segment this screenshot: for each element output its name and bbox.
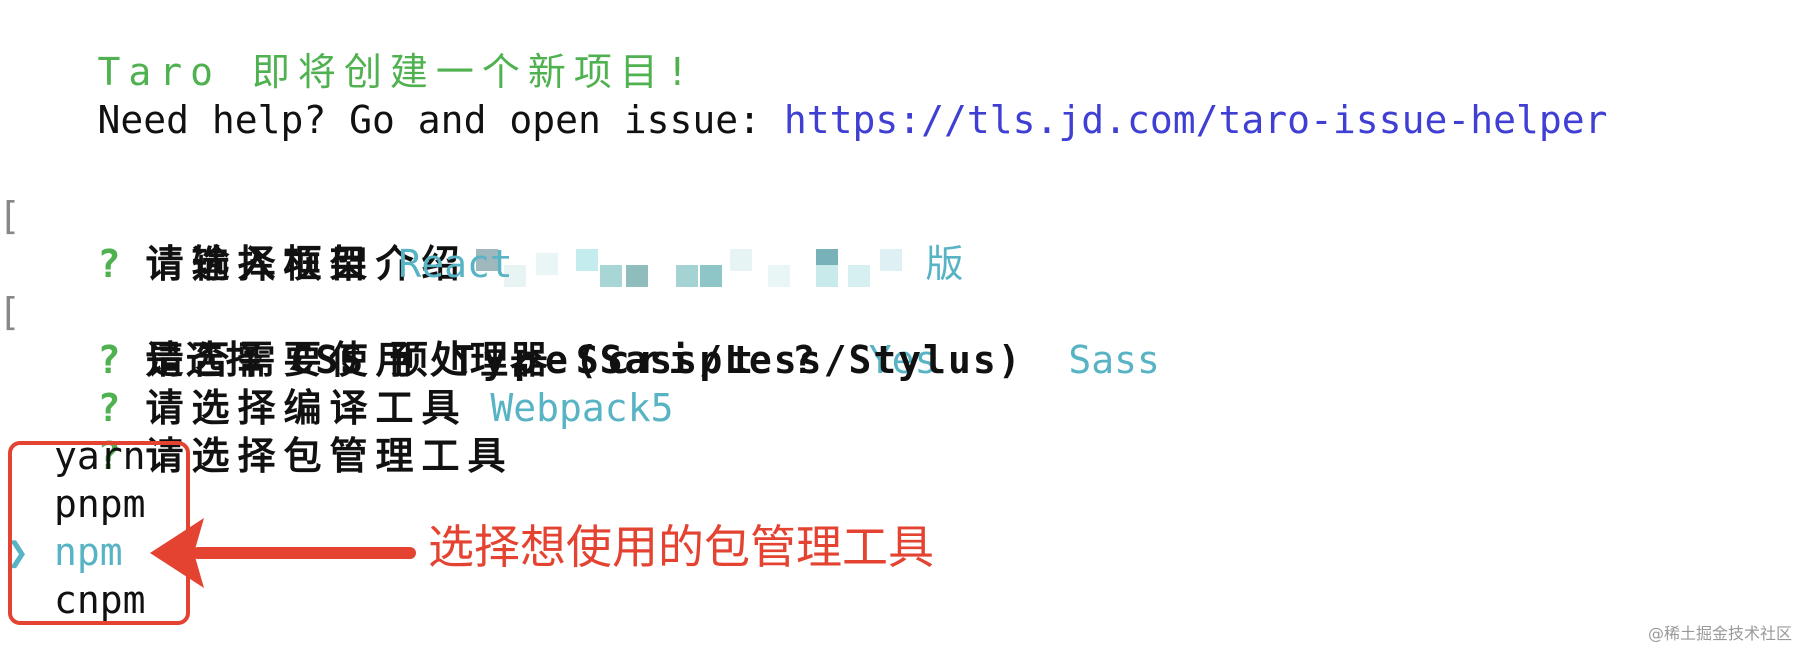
prompt-answer: Sass (1068, 338, 1160, 382)
annotation-arrow-icon (150, 518, 416, 588)
help-line: Need help? Go and open issue: https://tl… (6, 48, 1608, 142)
prompt-question: 请选择包管理工具 (145, 434, 514, 478)
title-line: Taro 即将创建一个新项目! (6, 0, 697, 94)
prompt-css-preprocessor: ? 请选择 CSS 预处理器 (Sass/Less/Stylus) Sass (6, 288, 1160, 382)
prompt-build-tool: ? 请选择编译工具 Webpack5 (6, 336, 674, 430)
prompt-framework: ? 请选择框架 React (6, 192, 513, 286)
watermark: @稀土掘金技术社区 (1647, 624, 1792, 643)
issue-helper-link[interactable]: https://tls.jd.com/taro-issue-helper (784, 98, 1608, 142)
help-text: Need help? Go and open issue: (97, 98, 784, 142)
prompt-package-manager: ? 请选择包管理工具 (6, 384, 514, 478)
prompt-answer: Webpack5 (490, 386, 674, 430)
terminal-window: Taro 即将创建一个新项目! Need help? Go and open i… (0, 0, 1798, 648)
prompt-project-description: [ ? 请输入项目介绍 版 (0, 144, 964, 287)
prompt-typescript: [ ? 是否需要使用 TypeScript ? Yes (0, 240, 937, 382)
annotation-label: 选择想使用的包管理工具 (428, 520, 934, 574)
